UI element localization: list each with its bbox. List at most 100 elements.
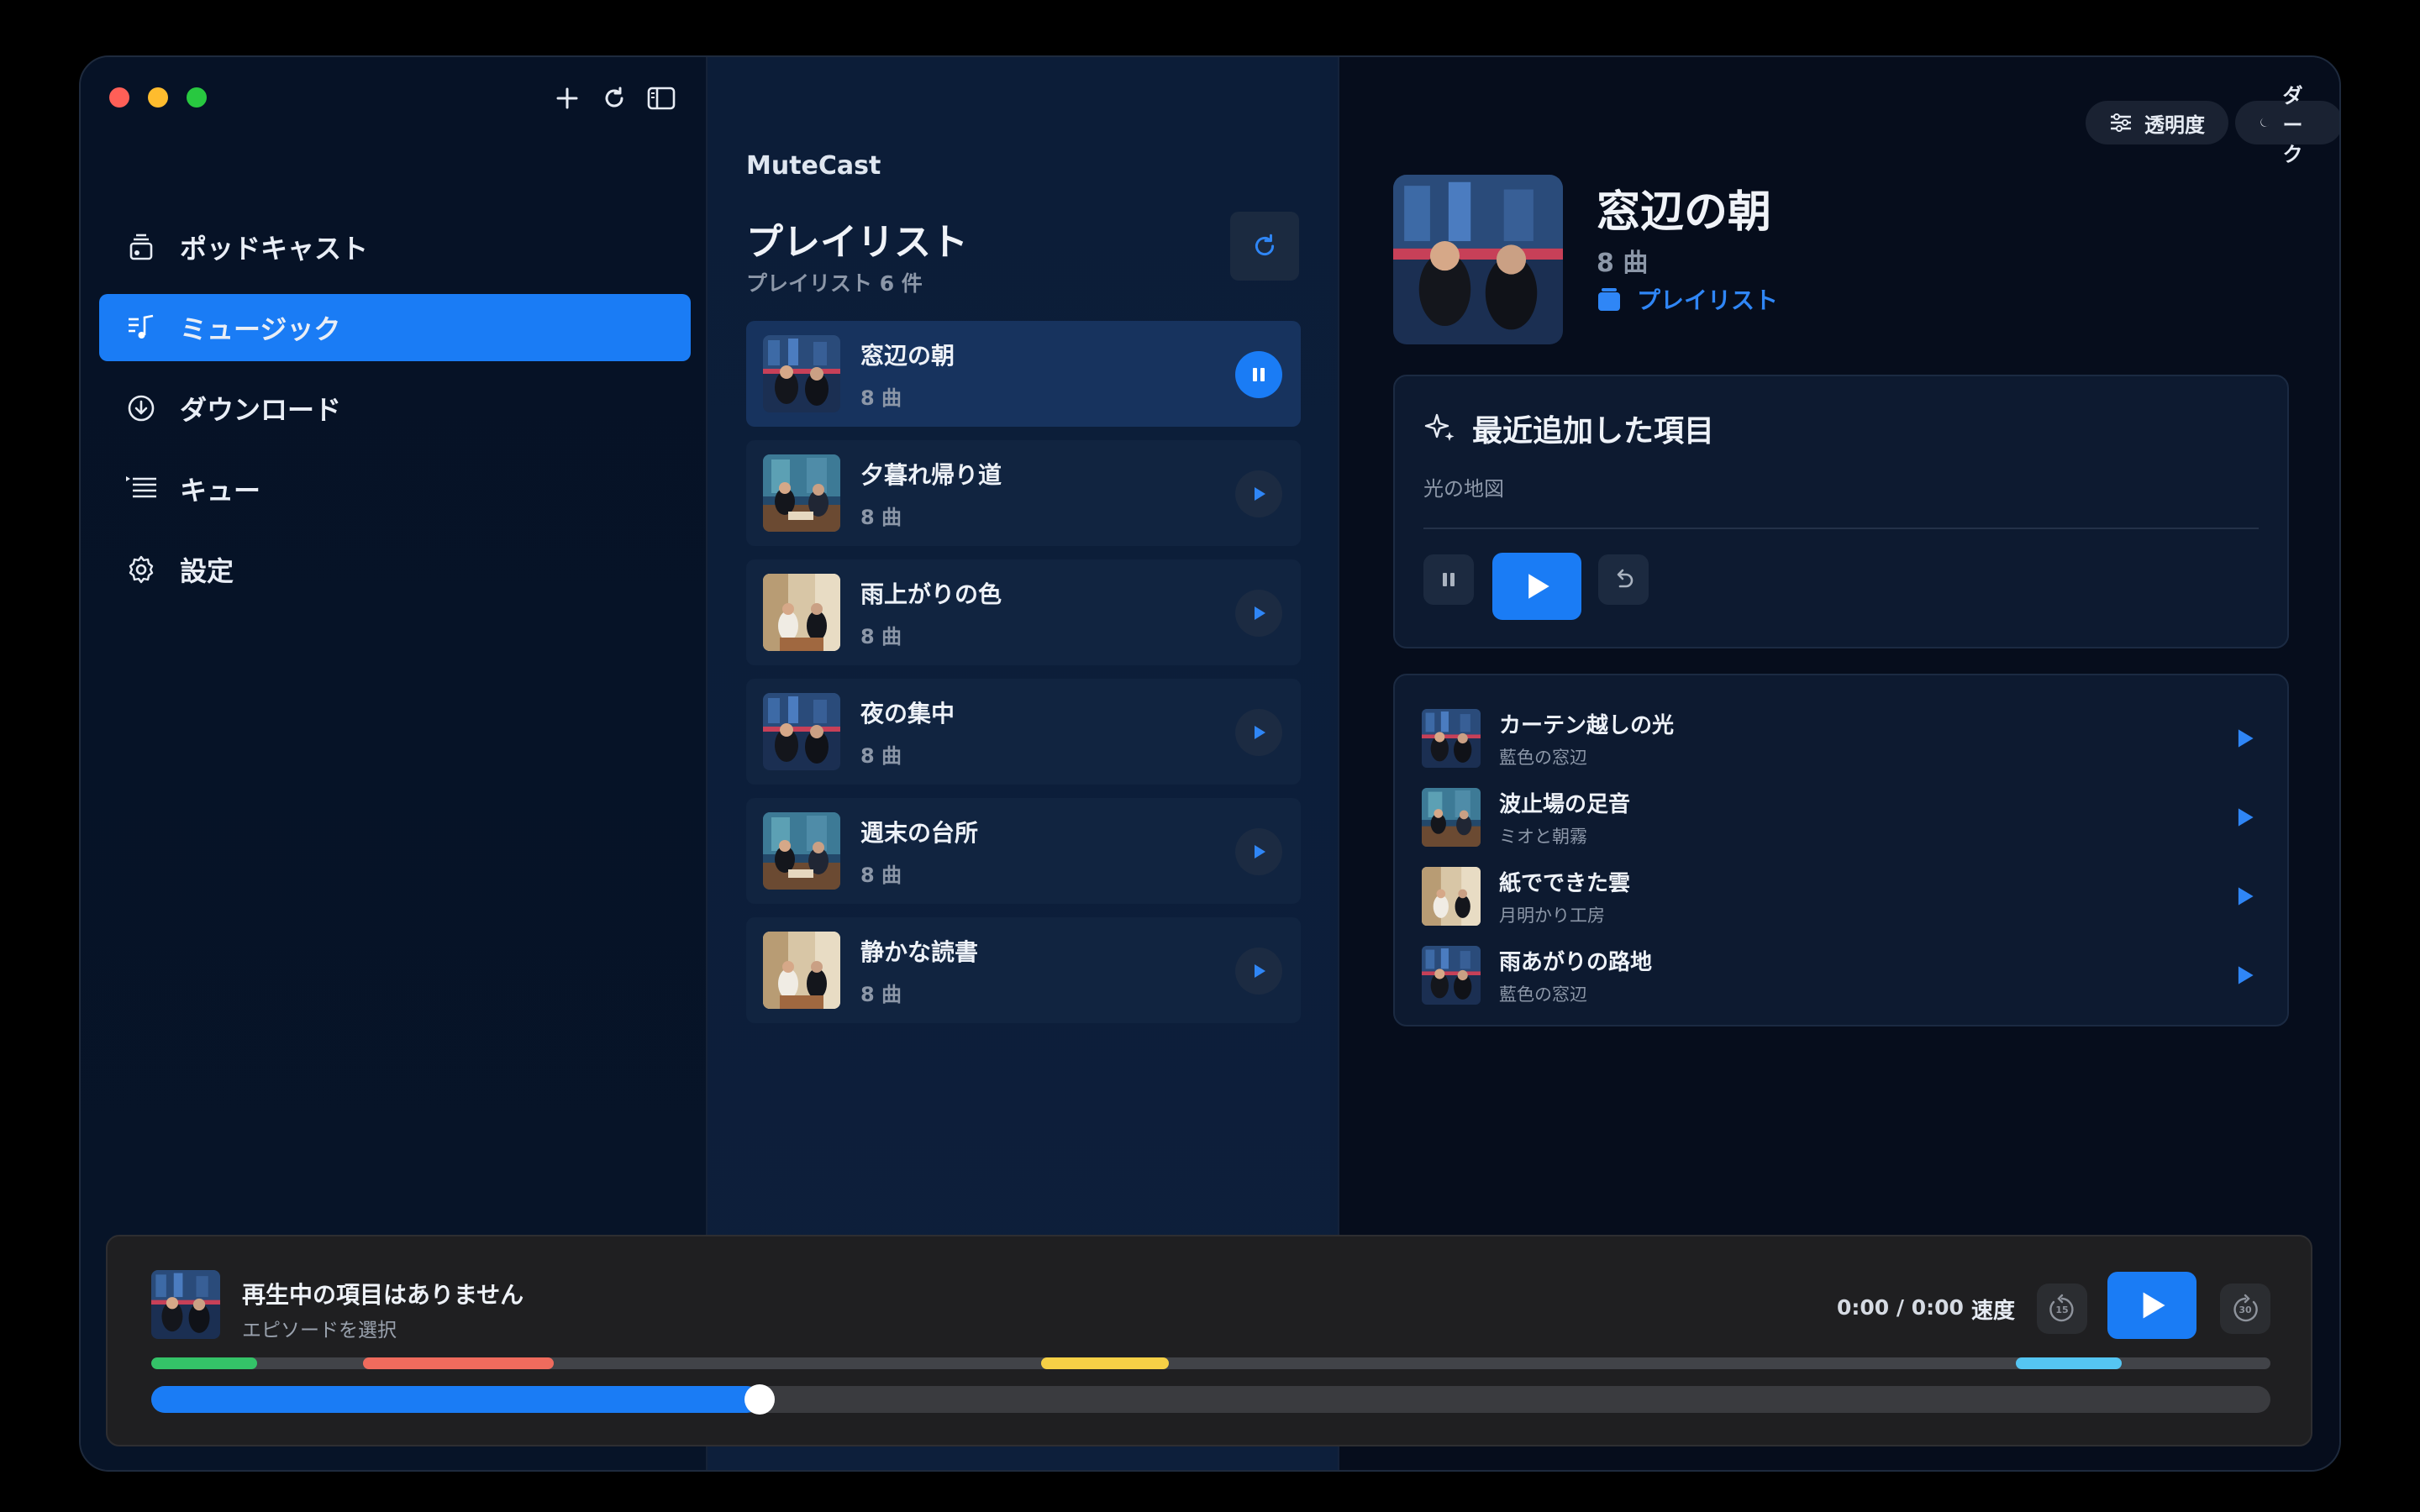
refresh-icon: [605, 87, 623, 108]
toggle-sidebar-button[interactable]: [647, 84, 676, 113]
pause-icon: [1443, 573, 1455, 586]
sidebar-item-label: キュー: [180, 475, 261, 507]
table-row[interactable]: 雨あがりの路地 藍色の窓辺: [1395, 936, 2287, 1015]
play-icon: [1255, 487, 1265, 501]
chapter-segment: [151, 1357, 258, 1369]
list-item[interactable]: 夕暮れ帰り道 8 曲: [746, 440, 1301, 546]
sidebar-toggle-icon: [647, 87, 676, 110]
play-icon: [1528, 574, 1549, 599]
theme-label: ダーク: [2282, 83, 2303, 166]
refresh-playlists-button[interactable]: [1230, 212, 1299, 281]
pause-button[interactable]: [1235, 351, 1282, 398]
recent-header: 最近追加した項目: [1423, 407, 1714, 450]
track-list: カーテン越しの光 藍色の窓辺 波止場の足音 ミオと朝霧 紙でできた雲 月明かり工…: [1393, 674, 2289, 1026]
skip-forward-label: 30: [2238, 1305, 2252, 1315]
track-title: 雨あがりの路地: [1499, 949, 1653, 975]
sidebar-item-downloads[interactable]: ダウンロード: [99, 375, 691, 442]
sidebar-item-label: ミュージック: [180, 313, 341, 345]
play-icon: [1255, 964, 1265, 978]
play-button[interactable]: [1235, 948, 1282, 995]
skip-back-15-icon: 15: [2049, 1294, 2074, 1322]
music-icon: [124, 311, 158, 344]
playlist-thumbnail: [763, 932, 840, 1009]
pause-button[interactable]: [1423, 554, 1474, 605]
opacity-button[interactable]: 透明度: [2086, 101, 2228, 144]
list-item[interactable]: 雨上がりの色 8 曲: [746, 559, 1301, 665]
playlist-name: 週末の台所: [860, 818, 979, 847]
track-artist: 藍色の窓辺: [1499, 984, 1587, 1005]
list-item[interactable]: 週末の台所 8 曲: [746, 798, 1301, 904]
sliders-icon: [2111, 113, 2131, 132]
album-track-count: 8 曲: [1597, 249, 1649, 278]
reload-button[interactable]: [600, 84, 629, 113]
play-icon: [1255, 845, 1265, 858]
sidebar-nav: ポッドキャスト ミュージック ダウンロード キュー 設定: [99, 213, 691, 617]
play-icon[interactable]: [2233, 885, 2255, 907]
stack-icon: [1598, 288, 1620, 311]
play-button[interactable]: [1235, 470, 1282, 517]
album-title: 窓辺の朝: [1597, 187, 1772, 238]
playlist-list: 窓辺の朝 8 曲 夕暮れ帰り道 8 曲 雨上がりの色 8 曲 夜の集中 8 曲 …: [746, 321, 1301, 1037]
pause-icon: [1253, 368, 1265, 381]
table-row[interactable]: 紙でできた雲 月明かり工房: [1395, 857, 2287, 936]
theme-toggle-button[interactable]: ダーク: [2235, 84, 2339, 166]
plus-icon: [556, 87, 578, 109]
track-text: 波止場の足音 ミオと朝霧: [1499, 787, 1630, 848]
track-text: カーテン越しの光 藍色の窓辺: [1499, 708, 1674, 769]
play-icon[interactable]: [2233, 727, 2255, 749]
playlist-thumbnail: [763, 335, 840, 412]
moon-icon: [2260, 118, 2270, 127]
app-brand: MuteCast: [746, 151, 881, 181]
table-row[interactable]: 波止場の足音 ミオと朝霧: [1395, 778, 2287, 857]
speed-button[interactable]: 速度: [1971, 1294, 2015, 1325]
add-button[interactable]: [553, 84, 581, 113]
undo-button[interactable]: [1598, 554, 1649, 605]
track-thumbnail: [1422, 788, 1481, 847]
table-row[interactable]: カーテン越しの光 藍色の窓辺: [1395, 699, 2287, 778]
download-icon: [124, 391, 158, 425]
play-icon[interactable]: [2233, 806, 2255, 828]
play-button[interactable]: [2107, 1272, 2196, 1339]
list-item[interactable]: 静かな読書 8 曲: [746, 917, 1301, 1023]
playlist-track-count: 8 曲: [860, 743, 902, 768]
podcast-icon: [124, 230, 158, 264]
sidebar-item-settings[interactable]: 設定: [99, 536, 691, 603]
progress-slider[interactable]: [151, 1384, 2270, 1415]
playlist-track-count: 8 曲: [860, 624, 902, 648]
progress-handle[interactable]: [744, 1384, 776, 1415]
recent-item[interactable]: 光の地図: [1423, 472, 1504, 501]
opacity-label: 透明度: [2144, 113, 2205, 137]
queue-icon: [124, 472, 158, 506]
refresh-icon: [1255, 234, 1275, 256]
list-item[interactable]: 窓辺の朝 8 曲: [746, 321, 1301, 427]
playlist-text: 週末の台所 8 曲: [860, 815, 978, 888]
play-icon[interactable]: [2233, 964, 2255, 986]
play-button[interactable]: [1235, 709, 1282, 756]
play-button[interactable]: [1492, 553, 1581, 620]
skip-forward-button[interactable]: 30: [2220, 1284, 2270, 1334]
sidebar-item-podcasts[interactable]: ポッドキャスト: [99, 213, 691, 281]
close-window-button[interactable]: [109, 87, 129, 108]
now-playing-bar: 再生中の項目はありません エピソードを選択 0:00 / 0:00 速度 15 …: [106, 1235, 2312, 1446]
maximize-window-button[interactable]: [187, 87, 207, 108]
now-playing-artwork: [151, 1270, 220, 1339]
sidebar-item-queue[interactable]: キュー: [99, 455, 691, 522]
list-item[interactable]: 夜の集中 8 曲: [746, 679, 1301, 785]
skip-back-button[interactable]: 15: [2037, 1284, 2087, 1334]
album-artwork: [1393, 175, 1563, 344]
track-artist: 藍色の窓辺: [1499, 747, 1587, 768]
playback-time: 0:00 / 0:00: [1837, 1295, 1964, 1320]
gear-icon: [124, 553, 158, 586]
track-artist: ミオと朝霧: [1499, 826, 1587, 847]
window-controls: [109, 87, 207, 108]
sidebar-item-music[interactable]: ミュージック: [99, 294, 691, 361]
track-thumbnail: [1422, 709, 1481, 768]
track-title: 紙でできた雲: [1499, 870, 1631, 896]
skip-forward-30-icon: 30: [2233, 1294, 2258, 1322]
play-button[interactable]: [1235, 828, 1282, 875]
recent-title: 最近追加した項目: [1472, 414, 1715, 449]
playlist-name: 静かな読書: [860, 937, 979, 966]
playlist-link[interactable]: プレイリスト: [1597, 282, 1778, 316]
play-button[interactable]: [1235, 590, 1282, 637]
minimize-window-button[interactable]: [148, 87, 168, 108]
